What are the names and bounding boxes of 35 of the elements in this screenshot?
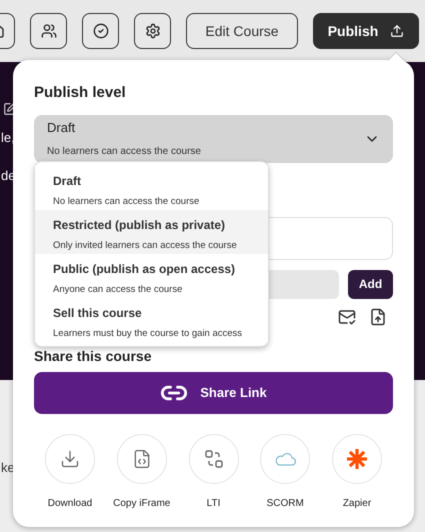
check-button[interactable]: [82, 13, 119, 49]
publish-level-select[interactable]: Draft No learners can access the course: [34, 114, 393, 162]
check-icon: [92, 23, 108, 39]
menu-option[interactable]: Draft No learners can access the course: [35, 166, 268, 210]
share-option-label: Copy iFrame: [113, 496, 170, 510]
code-file-icon: [132, 448, 152, 468]
select-value: Draft: [47, 118, 76, 137]
connected-squares-icon: [204, 448, 224, 468]
add-button[interactable]: Add: [348, 270, 393, 298]
share-link-button[interactable]: Share Link: [34, 372, 393, 414]
people-button[interactable]: [30, 13, 67, 49]
share-option-label: SCORM: [266, 496, 304, 510]
share-option-button[interactable]: [332, 434, 382, 484]
share-option-button[interactable]: [188, 434, 238, 484]
section-title: Share this course: [34, 346, 152, 366]
menu-option[interactable]: Public (publish as open access) Anyone can access the course: [35, 254, 268, 298]
section-title: Publish level: [34, 83, 127, 103]
menu-option[interactable]: Restricted (publish as private) Only invited learners can access the course: [35, 210, 268, 254]
select-description: No learners can access the course: [47, 145, 201, 160]
menu-option[interactable]: Sell this course Learners must buy the course to gain access: [35, 298, 268, 342]
share-option-label: Download: [48, 496, 92, 510]
settings-icon: [144, 23, 160, 39]
publish-button[interactable]: Publish: [313, 13, 419, 49]
people-icon: [40, 23, 56, 39]
asterisk-icon: [346, 448, 368, 470]
share-option-label: Zapier: [342, 496, 372, 510]
share-option-label: LTI: [206, 496, 220, 510]
upload-icon: [390, 24, 404, 38]
file-upload-icon[interactable]: [369, 308, 387, 326]
download-icon: [60, 448, 80, 468]
background-text: le,: [1, 129, 15, 147]
edit-course-button[interactable]: Edit Course: [186, 13, 298, 49]
share-option-button[interactable]: [116, 434, 167, 484]
cloud-icon: [274, 452, 296, 466]
settings-button[interactable]: [134, 13, 171, 49]
